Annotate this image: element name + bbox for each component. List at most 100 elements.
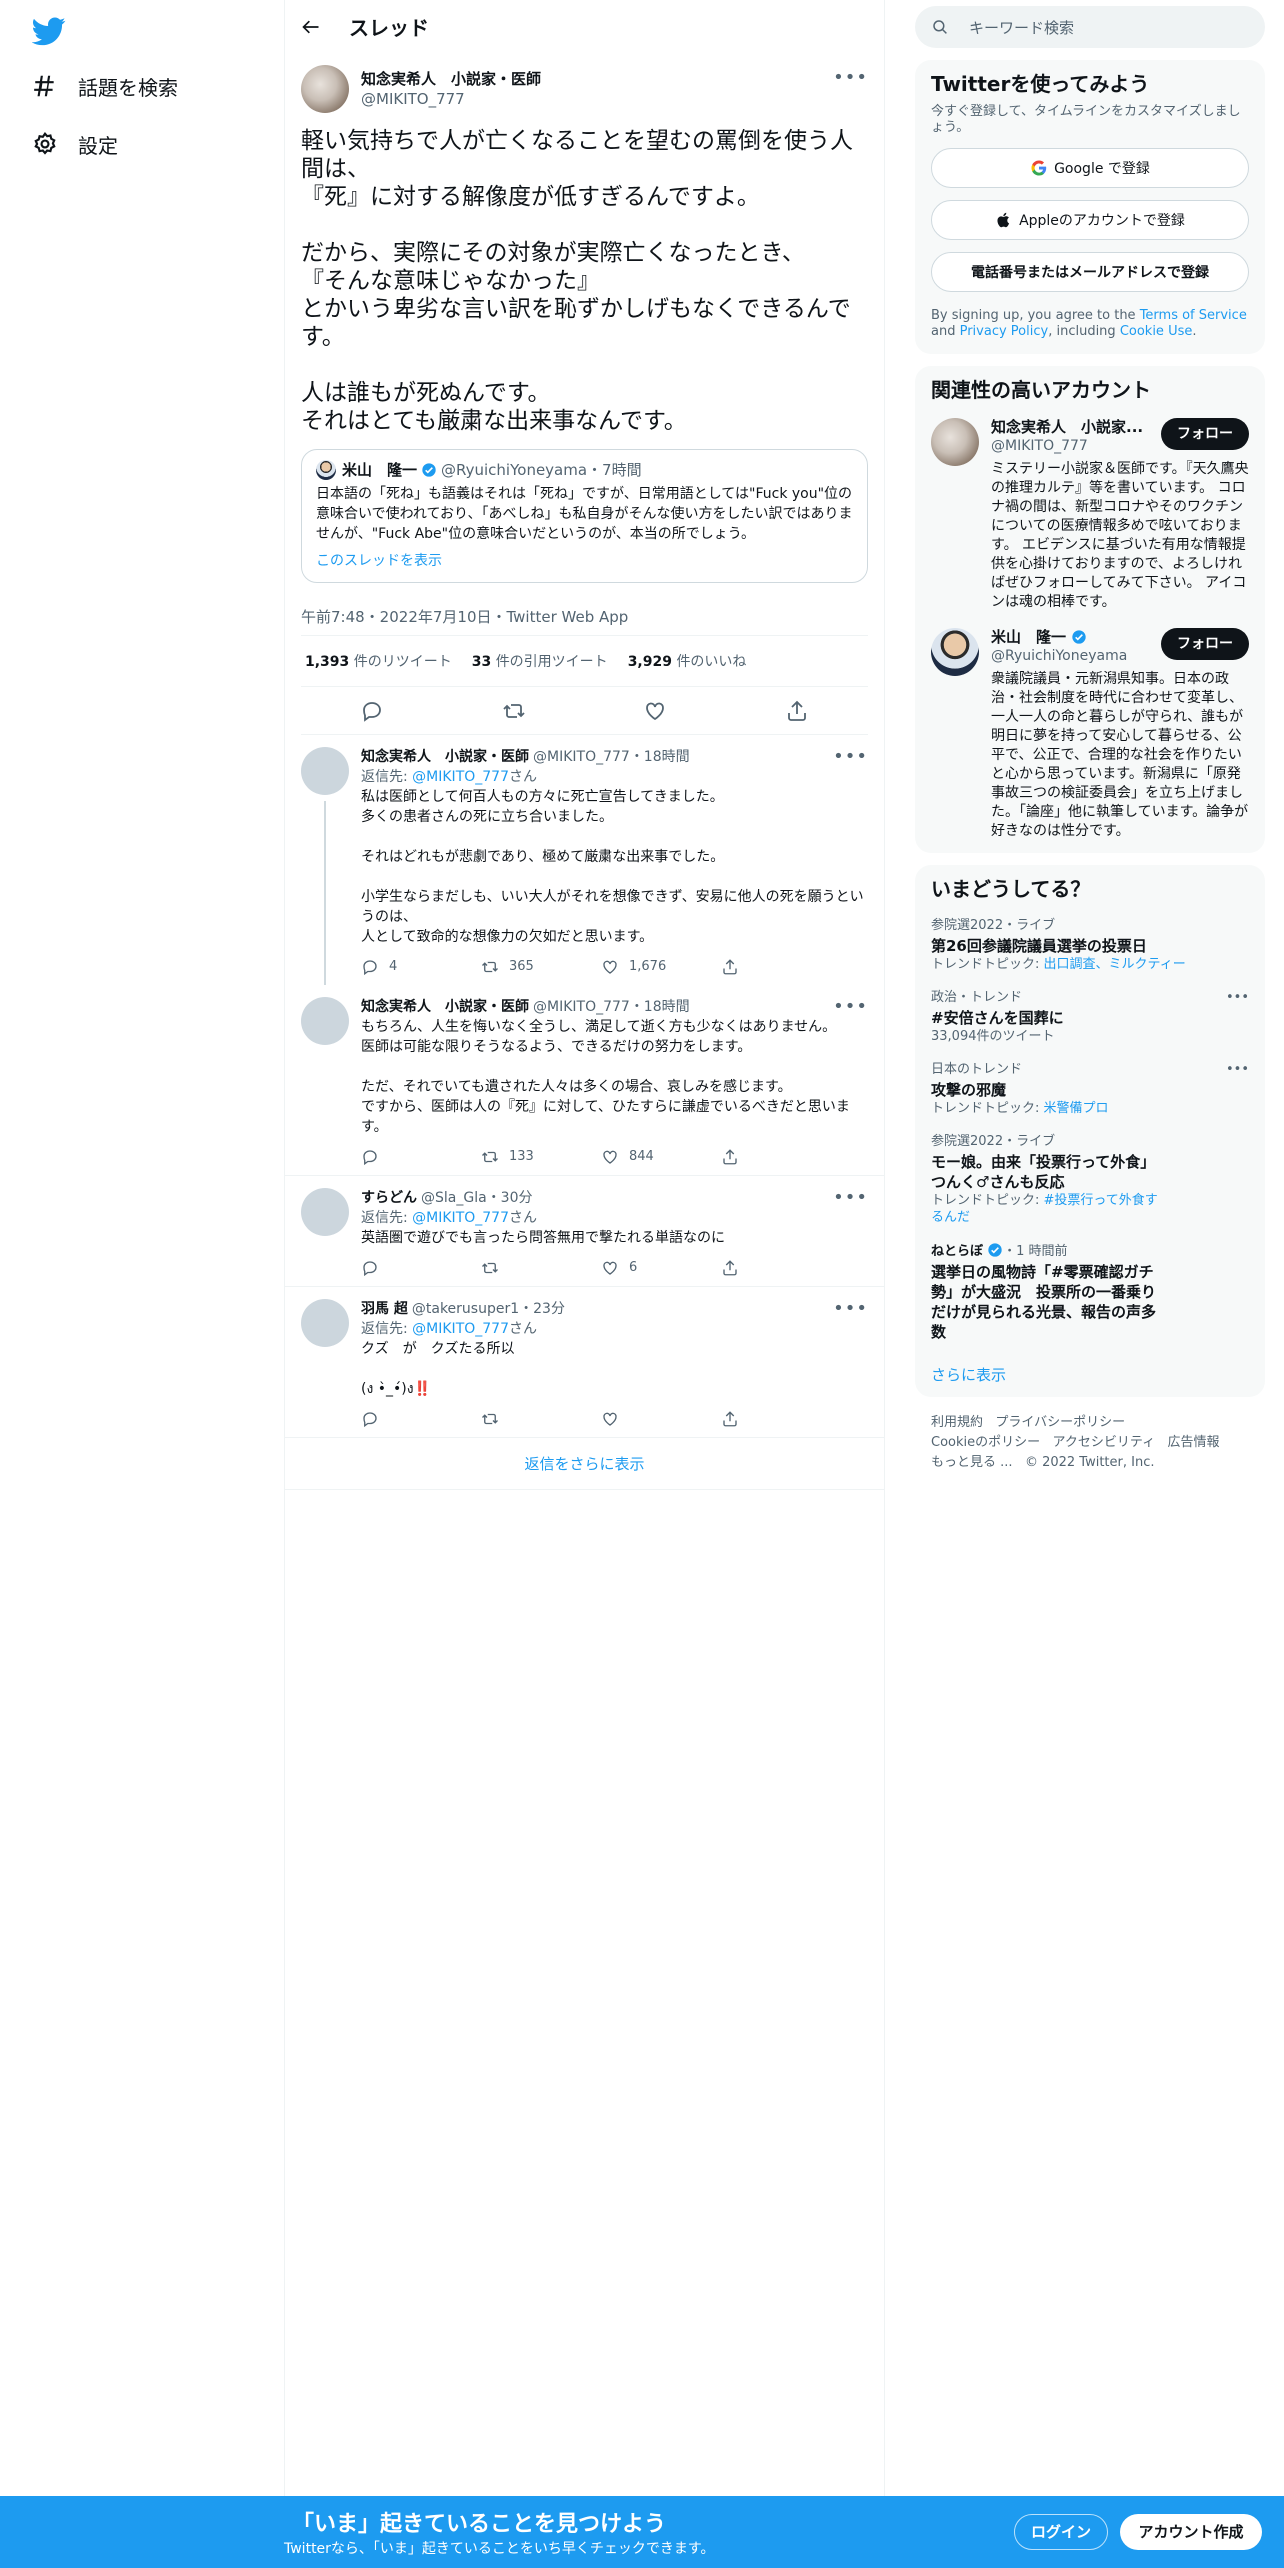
suggested-account[interactable]: 米山 隆一 @RyuichiYoneyama フォロー 衆議院議員・元新潟県知事… — [931, 628, 1249, 841]
reply-button[interactable]: 4 — [361, 957, 481, 977]
footer-ads-link[interactable]: 広告情報 — [1168, 1435, 1220, 1450]
back-arrow-icon[interactable] — [301, 17, 321, 37]
like-icon — [603, 1412, 617, 1426]
retweet-button[interactable]: 133 — [481, 1147, 601, 1167]
author-handle[interactable]: @MIKITO_777 — [361, 89, 541, 109]
account-handle[interactable]: @MIKITO_777 — [991, 437, 1143, 456]
reply-icon — [363, 1261, 377, 1277]
more-options-icon[interactable]: ••• — [1226, 1061, 1249, 1078]
more-options-icon[interactable]: ••• — [833, 747, 868, 767]
retweet-button[interactable] — [481, 1259, 601, 1277]
trend-item[interactable]: ••• 日本のトレンド 攻撃の邪魔 トレンドトピック: 米警備プロ — [931, 1061, 1249, 1117]
reply-to-link[interactable]: @MIKITO_777 — [412, 1321, 509, 1337]
twitter-logo-icon[interactable] — [32, 14, 66, 48]
reply-author-handle[interactable]: @Sla_Gla — [421, 1188, 487, 1208]
more-options-icon[interactable]: ••• — [833, 1299, 868, 1319]
like-button[interactable]: 1,676 — [601, 957, 721, 977]
reply-tweet[interactable]: 羽馬 超 @takerusuper1 ・23分 ••• 返信先: @MIKITO… — [285, 1287, 884, 1438]
trend-item[interactable]: ••• 政治・トレンド #安倍さんを国葬に 33,094件のツイート — [931, 989, 1249, 1045]
reply-author-name[interactable]: 知念実希人 小説家・医師 — [361, 747, 529, 767]
footer-terms-link[interactable]: 利用規約 — [931, 1415, 983, 1430]
apple-signup-button[interactable]: Appleのアカウントで登録 — [931, 200, 1249, 240]
more-options-icon[interactable]: ••• — [1226, 989, 1249, 1006]
share-button[interactable] — [721, 1148, 841, 1166]
footer-privacy-link[interactable]: プライバシーポリシー — [995, 1415, 1125, 1430]
show-thread-link[interactable]: このスレッドを表示 — [316, 550, 853, 570]
nav-settings[interactable]: 設定 — [32, 124, 118, 164]
account-name[interactable]: 米山 隆一 — [991, 628, 1066, 646]
terms-link[interactable]: Terms of Service — [1140, 308, 1247, 323]
who-to-follow-title: 関連性の高いアカウント — [931, 378, 1151, 402]
suggested-account[interactable]: 知念実希人 小説家... @MIKITO_777 フォロー ミステリー小説家＆医… — [931, 418, 1249, 612]
like-button[interactable]: 6 — [601, 1258, 721, 1278]
avatar[interactable] — [931, 418, 979, 466]
tweet-timestamp[interactable]: 午前7:48・2022年7月10日・Twitter Web App — [301, 599, 868, 635]
reply-to-link[interactable]: @MIKITO_777 — [412, 769, 509, 785]
account-name[interactable]: 知念実希人 小説家... — [991, 418, 1143, 437]
more-options-icon[interactable]: ••• — [833, 67, 868, 88]
reply-button[interactable] — [361, 1259, 481, 1277]
reply-author-name[interactable]: 知念実希人 小説家・医師 — [361, 997, 529, 1017]
phone-email-signup-button[interactable]: 電話番号またはメールアドレスで登録 — [931, 252, 1249, 292]
footer-more-link[interactable]: もっと見る ... — [931, 1455, 1013, 1470]
nav-explore[interactable]: 話題を検索 — [32, 66, 178, 106]
trends-show-more-link[interactable]: さらに表示 — [931, 1364, 1249, 1385]
show-more-replies-button[interactable]: 返信をさらに表示 — [285, 1438, 884, 1490]
follow-button[interactable]: フォロー — [1161, 628, 1249, 660]
avatar[interactable] — [301, 1188, 349, 1236]
avatar[interactable] — [931, 628, 979, 676]
more-options-icon[interactable]: ••• — [833, 1188, 868, 1208]
reply-author-handle[interactable]: @takerusuper1 — [412, 1299, 519, 1319]
trends-title: いまどうしてる？ — [931, 877, 1091, 901]
reply-tweet[interactable]: 知念実希人 小説家・医師 @MIKITO_777 ・18時間 ••• もちろん、… — [285, 985, 884, 1176]
reply-tweet[interactable]: すらどん @Sla_Gla ・30分 ••• 返信先: @MIKITO_777さ… — [285, 1176, 884, 1287]
quote-avatar — [316, 460, 336, 480]
share-icon[interactable] — [785, 699, 809, 723]
privacy-link[interactable]: Privacy Policy — [960, 324, 1049, 339]
search-input[interactable]: キーワード検索 — [915, 6, 1265, 48]
avatar[interactable] — [301, 997, 349, 1045]
like-button[interactable] — [601, 1410, 721, 1428]
retweet-button[interactable] — [481, 1410, 601, 1428]
cookie-link[interactable]: Cookie Use — [1120, 324, 1193, 339]
retweet-count[interactable]: 1,393 件のリツイート — [305, 636, 452, 686]
retweet-icon[interactable] — [502, 699, 526, 723]
footer-accessibility-link[interactable]: アクセシビリティ — [1053, 1435, 1156, 1450]
google-signup-button[interactable]: Google で登録 — [931, 148, 1249, 188]
reply-time[interactable]: ・30分 — [487, 1188, 533, 1208]
like-icon[interactable] — [643, 699, 667, 723]
trend-item[interactable]: 参院選2022・ライブ 第26回参議院議員選挙の投票日 トレンドトピック: 出口… — [931, 917, 1249, 973]
news-item[interactable]: ねとらぼ ・1 時間前 選挙日の風物詩「#零票確認ガチ勢」が大盛況 投票所の一番… — [931, 1242, 1249, 1342]
reply-author-name[interactable]: すらどん — [361, 1188, 417, 1208]
account-handle[interactable]: @RyuichiYoneyama — [991, 647, 1127, 666]
reply-author-name[interactable]: 羽馬 超 — [361, 1299, 408, 1319]
reply-icon[interactable] — [360, 699, 384, 723]
share-button[interactable] — [721, 1259, 841, 1277]
signup-button[interactable]: アカウント作成 — [1120, 2514, 1262, 2550]
reply-button[interactable] — [361, 1148, 481, 1166]
retweet-button[interactable]: 365 — [481, 957, 601, 977]
reply-tweet[interactable]: 知念実希人 小説家・医師 @MIKITO_777 ・18時間 ••• 返信先: … — [285, 735, 884, 985]
reply-to-link[interactable]: @MIKITO_777 — [412, 1210, 509, 1226]
avatar[interactable] — [301, 747, 349, 795]
avatar[interactable] — [301, 1299, 349, 1347]
reply-author-handle[interactable]: @MIKITO_777 — [533, 747, 630, 767]
avatar[interactable] — [301, 65, 349, 113]
reply-time[interactable]: ・18時間 — [630, 997, 690, 1017]
trend-item[interactable]: 参院選2022・ライブ モー娘。由来「投票行って外食」つんく♂さんも反応 トレン… — [931, 1133, 1249, 1226]
follow-button[interactable]: フォロー — [1161, 418, 1249, 450]
reply-time[interactable]: ・18時間 — [630, 747, 690, 767]
reply-author-handle[interactable]: @MIKITO_777 — [533, 997, 630, 1017]
footer-cookie-link[interactable]: Cookieのポリシー — [931, 1435, 1040, 1450]
author-name[interactable]: 知念実希人 小説家・医師 — [361, 69, 541, 89]
more-options-icon[interactable]: ••• — [833, 997, 868, 1017]
reply-time[interactable]: ・23分 — [519, 1299, 565, 1319]
share-button[interactable] — [721, 958, 841, 976]
reply-button[interactable] — [361, 1410, 481, 1428]
share-button[interactable] — [721, 1410, 841, 1428]
quoted-tweet[interactable]: 米山 隆一 @RyuichiYoneyama ・7時間 日本語の「死ね」も語義は… — [301, 449, 868, 583]
quote-count[interactable]: 33 件の引用ツイート — [472, 636, 608, 686]
login-button[interactable]: ログイン — [1014, 2514, 1108, 2550]
like-button[interactable]: 844 — [601, 1147, 721, 1167]
like-count[interactable]: 3,929 件のいいね — [628, 636, 747, 686]
